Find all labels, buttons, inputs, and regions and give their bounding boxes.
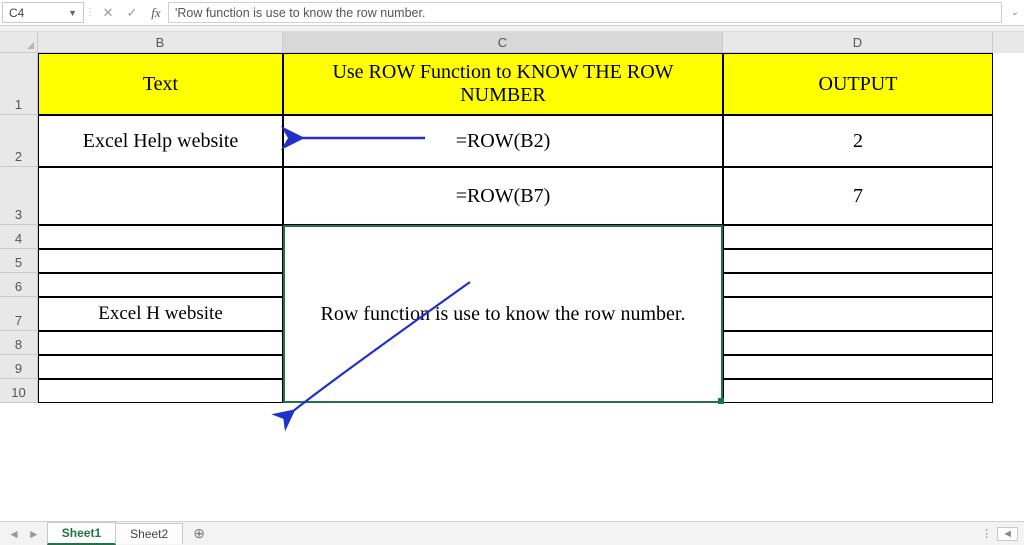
col-header-D[interactable]: D [723, 32, 993, 53]
formula-input[interactable]: 'Row function is use to know the row num… [168, 2, 1002, 23]
row-header-8[interactable]: 8 [0, 331, 38, 355]
col-header-B[interactable]: B [38, 32, 283, 53]
cell-D5[interactable] [723, 249, 993, 273]
row-header-9[interactable]: 9 [0, 355, 38, 379]
cell-C4-merged[interactable]: Row function is use to know the row numb… [283, 225, 723, 403]
accept-button[interactable]: ✓ [120, 0, 144, 25]
cell-D7[interactable] [723, 297, 993, 331]
tab-prev-icon[interactable]: ◄ [8, 527, 20, 541]
expand-formula-bar-icon[interactable]: ⌄ [1006, 0, 1024, 25]
row-header-1[interactable]: 1 [0, 53, 38, 115]
worksheet: B C D 1 Text Use ROW Function to KNOW TH… [0, 32, 1024, 403]
row-header-6[interactable]: 6 [0, 273, 38, 297]
note-text: Row function is use to know the row numb… [321, 300, 686, 328]
tab-sheet1[interactable]: Sheet1 [47, 522, 116, 545]
cell-C3[interactable]: =ROW(B7) [283, 167, 723, 225]
row-header-4[interactable]: 4 [0, 225, 38, 249]
cell-D6[interactable] [723, 273, 993, 297]
cell-B10[interactable] [38, 379, 283, 403]
cell-B1[interactable]: Text [38, 53, 283, 115]
cell-D10[interactable] [723, 379, 993, 403]
cell-D9[interactable] [723, 355, 993, 379]
cell-B9[interactable] [38, 355, 283, 379]
tab-nav: ◄ ► [0, 527, 48, 541]
cancel-button[interactable]: ✕ [96, 0, 120, 25]
splitter-icon[interactable]: ⋮ [84, 0, 96, 25]
tab-sheet2[interactable]: Sheet2 [115, 523, 183, 544]
row-header-3[interactable]: 3 [0, 167, 38, 225]
cell-B7[interactable]: Excel H website [38, 297, 283, 331]
rows-4-10: 4 5 6 7 8 9 10 Excel H website Row funct… [0, 225, 1024, 403]
cell-D4[interactable] [723, 225, 993, 249]
row-1: 1 Text Use ROW Function to KNOW THE ROW … [0, 53, 1024, 115]
row-header-5[interactable]: 5 [0, 249, 38, 273]
cell-B6[interactable] [38, 273, 283, 297]
row-header-2[interactable]: 2 [0, 115, 38, 167]
cell-C1[interactable]: Use ROW Function to KNOW THE ROW NUMBER [283, 53, 723, 115]
scroll-left-icon[interactable]: ◄ [997, 527, 1018, 541]
insert-function-button[interactable]: fx [144, 0, 168, 25]
name-box-dropdown-icon[interactable]: ▼ [68, 8, 77, 18]
cell-B4[interactable] [38, 225, 283, 249]
scroll-grip-icon[interactable]: ⋮ [981, 527, 993, 540]
column-headers: B C D [0, 32, 1024, 53]
cell-C2[interactable]: =ROW(B2) [283, 115, 723, 167]
horizontal-scroll: ⋮ ◄ [981, 527, 1024, 541]
cell-D8[interactable] [723, 331, 993, 355]
formula-bar: C4 ▼ ⋮ ✕ ✓ fx 'Row function is use to kn… [0, 0, 1024, 26]
row-header-7[interactable]: 7 [0, 297, 38, 331]
cell-D3[interactable]: 7 [723, 167, 993, 225]
formula-text: 'Row function is use to know the row num… [175, 6, 425, 20]
row-3: 3 =ROW(B7) 7 [0, 167, 1024, 225]
select-all-button[interactable] [0, 32, 38, 53]
name-box[interactable]: C4 ▼ [2, 2, 84, 23]
cell-B3[interactable] [38, 167, 283, 225]
cell-B2[interactable]: Excel Help website [38, 115, 283, 167]
col-header-C[interactable]: C [283, 32, 723, 53]
row-header-10[interactable]: 10 [0, 379, 38, 403]
add-sheet-button[interactable]: ⊕ [183, 525, 215, 542]
cell-D2[interactable]: 2 [723, 115, 993, 167]
tab-next-icon[interactable]: ► [28, 527, 40, 541]
cell-D1[interactable]: OUTPUT [723, 53, 993, 115]
name-box-value: C4 [9, 6, 24, 20]
cell-B8[interactable] [38, 331, 283, 355]
cell-B5[interactable] [38, 249, 283, 273]
sheet-tabs-bar: ◄ ► Sheet1 Sheet2 ⊕ ⋮ ◄ [0, 521, 1024, 545]
row-2: 2 Excel Help website =ROW(B2) 2 [0, 115, 1024, 167]
